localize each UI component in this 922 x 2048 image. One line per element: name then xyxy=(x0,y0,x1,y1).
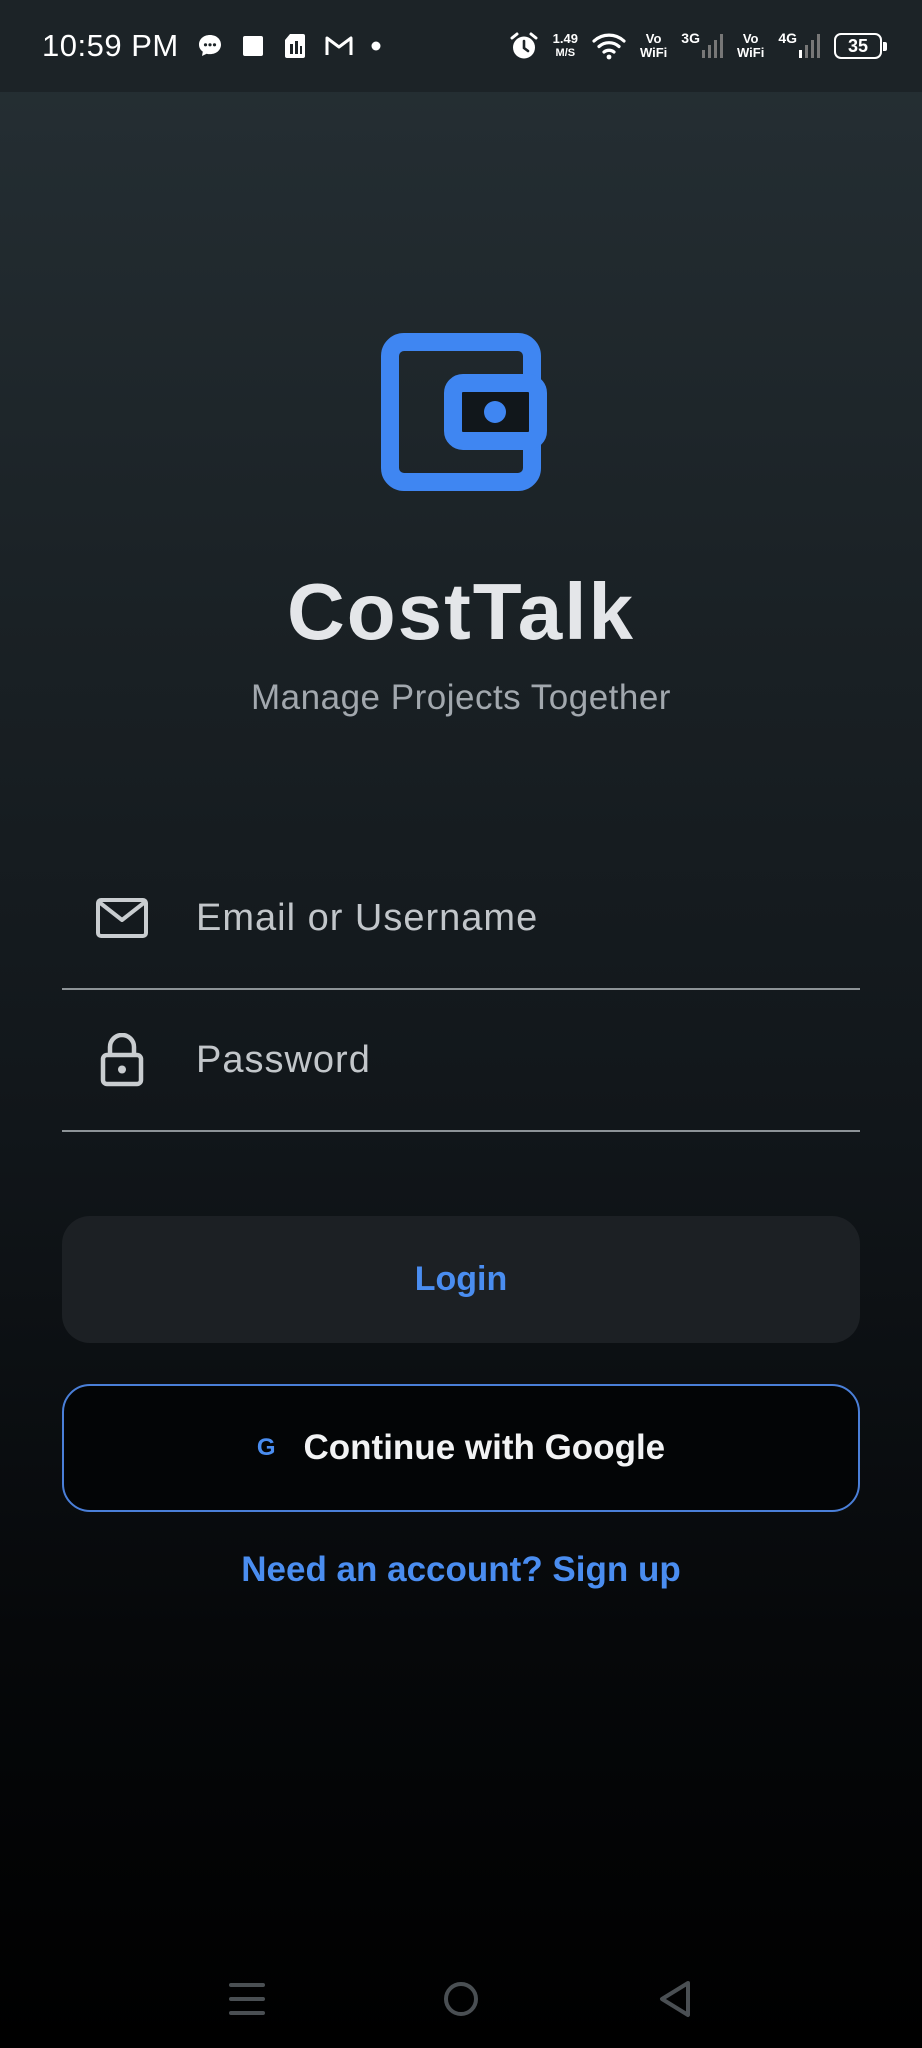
google-signin-button[interactable]: G Continue with Google xyxy=(62,1384,860,1512)
login-button[interactable]: Login xyxy=(62,1216,860,1343)
alarm-icon xyxy=(509,31,539,61)
sim-card-icon xyxy=(283,33,307,59)
app-title: CostTalk xyxy=(287,567,635,656)
app-subtitle: Manage Projects Together xyxy=(251,678,671,717)
gmail-icon xyxy=(325,35,353,57)
signup-link[interactable]: Need an account? Sign up xyxy=(0,1550,922,1590)
status-time: 10:59 PM xyxy=(42,28,179,63)
email-input[interactable] xyxy=(196,896,860,940)
sim2-vo-label: Vo xyxy=(742,31,759,46)
battery-icon: 35 xyxy=(834,33,887,59)
speed-value: 1.49 xyxy=(552,31,578,46)
status-right: 1.49 M/S Vo WiFi 3G Vo WiFi 4G 35 xyxy=(509,30,887,61)
menu-icon[interactable] xyxy=(217,1969,277,2029)
password-field[interactable] xyxy=(62,990,860,1132)
network-speed: 1.49 M/S xyxy=(553,32,578,60)
notification-dot-icon xyxy=(371,41,381,51)
sim2-signal: 4G xyxy=(778,30,820,58)
wallet-logo-icon xyxy=(381,333,547,491)
email-field[interactable] xyxy=(62,848,860,990)
mail-icon xyxy=(92,888,152,948)
back-triangle-icon[interactable] xyxy=(645,1969,705,2029)
sim2-wifi-label: WiFi xyxy=(736,45,765,60)
status-bar: 10:59 PM 1.49 M/S Vo WiFi 3G Vo WiFi 4G … xyxy=(0,0,922,92)
speed-unit: M/S xyxy=(555,47,576,59)
status-left: 10:59 PM xyxy=(42,28,381,64)
login-screen: 10:59 PM 1.49 M/S Vo WiFi 3G Vo WiFi 4G … xyxy=(0,0,922,2048)
battery-level: 35 xyxy=(847,35,869,56)
lock-icon xyxy=(92,1030,152,1090)
sim1-vo-label: Vo xyxy=(645,31,662,46)
home-circle-icon[interactable] xyxy=(431,1969,491,2029)
sim1-gen-label: 3G xyxy=(681,30,700,46)
sim1-signal: 3G xyxy=(681,30,723,58)
google-icon: G xyxy=(256,1434,276,1461)
password-input[interactable] xyxy=(196,1038,860,1082)
google-signin-label: Continue with Google xyxy=(303,1428,666,1467)
system-nav-bar xyxy=(0,1950,922,2048)
wifi-icon xyxy=(592,32,626,60)
signal-bars-icon xyxy=(799,34,820,58)
signal-bars-icon xyxy=(701,34,723,58)
sim1-wifi-label: WiFi xyxy=(639,45,668,60)
chat-bubble-icon xyxy=(197,33,223,59)
sim2-gen-label: 4G xyxy=(778,30,797,46)
sim2-vowifi: Vo WiFi xyxy=(737,32,764,60)
sim1-vowifi: Vo WiFi xyxy=(640,32,667,60)
stop-square-icon xyxy=(241,34,265,58)
